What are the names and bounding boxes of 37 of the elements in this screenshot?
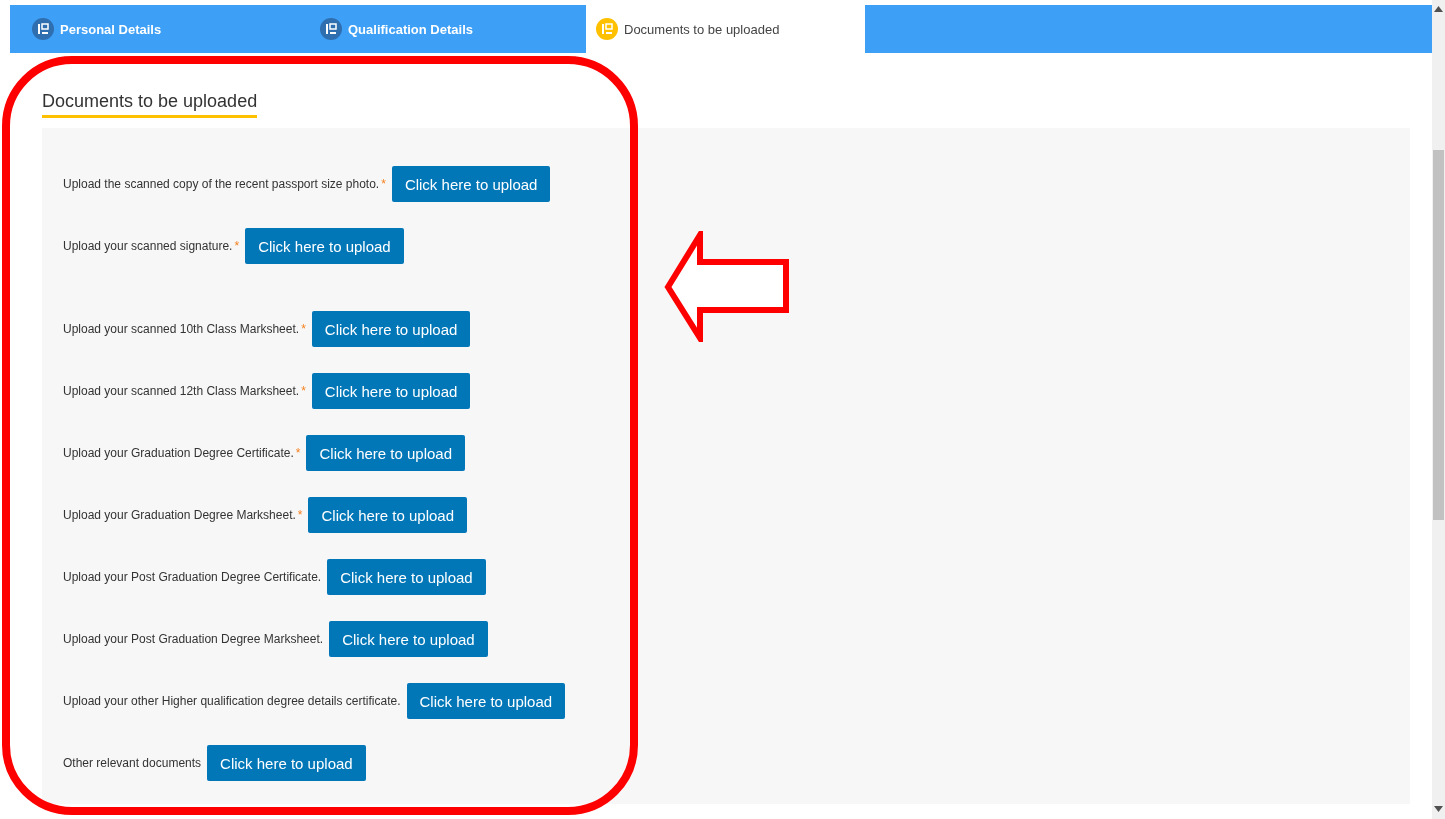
document-label: Upload your scanned 12th Class Marksheet. bbox=[63, 384, 300, 398]
scroll-down-icon[interactable] bbox=[1434, 806, 1443, 812]
tab[interactable]: Qualification Details bbox=[298, 5, 586, 53]
upload-button[interactable]: Click here to upload bbox=[311, 311, 471, 347]
upload-button[interactable]: Click here to upload bbox=[329, 621, 488, 657]
form-icon bbox=[596, 18, 618, 40]
upload-button[interactable]: Click here to upload bbox=[306, 435, 466, 471]
upload-button[interactable]: Click here to upload bbox=[311, 373, 471, 409]
document-label: Upload your Post Graduation Degree Certificate. bbox=[63, 570, 322, 584]
scroll-up-icon[interactable] bbox=[1434, 6, 1443, 12]
required-mark: * bbox=[295, 446, 301, 460]
document-label: Other relevant documents bbox=[63, 756, 202, 770]
upload-button[interactable]: Click here to upload bbox=[391, 166, 551, 202]
document-label: Upload your scanned signature. bbox=[63, 239, 233, 253]
upload-button[interactable]: Click here to upload bbox=[308, 497, 468, 533]
document-label: Upload your other Higher qualification degree details certificate. bbox=[63, 694, 401, 708]
required-mark: * bbox=[301, 322, 306, 336]
upload-button[interactable]: Click here to upload bbox=[406, 683, 566, 719]
form-icon bbox=[32, 18, 54, 40]
document-label: Upload the scanned copy of the recent passport size photo. bbox=[63, 177, 380, 191]
upload-button[interactable]: Click here to upload bbox=[207, 745, 366, 781]
upload-button[interactable]: Click here to upload bbox=[327, 559, 486, 595]
tab[interactable]: Documents to be uploaded bbox=[586, 5, 865, 53]
document-label: Upload your Post Graduation Degree Marksheet. bbox=[63, 632, 324, 646]
tab[interactable]: Personal Details bbox=[10, 5, 298, 53]
document-label: Upload your Graduation Degree Certificate. bbox=[63, 446, 294, 460]
document-label: Upload your scanned 10th Class Marksheet. bbox=[63, 322, 300, 336]
document-label: Upload your Graduation Degree Marksheet. bbox=[63, 508, 296, 522]
section-heading: Documents to be uploaded bbox=[42, 91, 258, 118]
scrollbar[interactable] bbox=[1432, 0, 1445, 819]
form-icon bbox=[320, 18, 342, 40]
scrollbar-thumb[interactable] bbox=[1433, 150, 1444, 520]
required-mark: * bbox=[234, 239, 240, 253]
required-mark: * bbox=[297, 508, 303, 522]
upload-button[interactable]: Click here to upload bbox=[245, 228, 404, 264]
required-mark: * bbox=[301, 384, 306, 398]
required-mark: * bbox=[381, 177, 386, 191]
